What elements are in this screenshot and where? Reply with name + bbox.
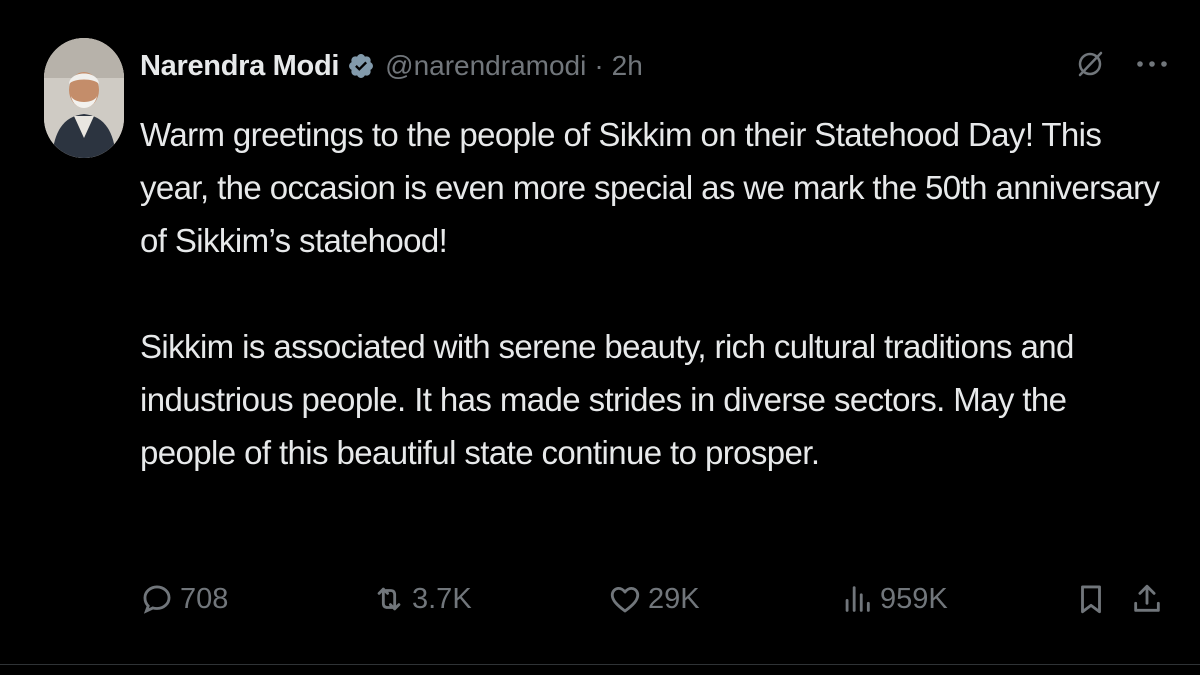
tweet-text: Warm greetings to the people of Sikkim o… <box>140 108 1170 479</box>
heart-icon <box>610 586 640 613</box>
tweet-paragraph-2: Sikkim is associated with serene beauty,… <box>140 328 1074 471</box>
repost-icon <box>377 587 401 611</box>
author-name[interactable]: Narendra Modi <box>140 50 339 83</box>
share-button[interactable] <box>1130 574 1164 624</box>
tweet-paragraph-1: Warm greetings to the people of Sikkim o… <box>140 116 1160 259</box>
reply-count: 708 <box>180 582 229 615</box>
tweet-card[interactable]: Narendra Modi @narendramodi · 2h Warm gr… <box>0 0 1200 675</box>
divider <box>0 664 1200 665</box>
repost-button[interactable]: 3.7K <box>372 574 472 624</box>
tweet-timestamp[interactable]: 2h <box>612 50 643 82</box>
repost-count: 3.7K <box>412 582 472 615</box>
views-button[interactable]: 959K <box>840 574 948 624</box>
like-count: 29K <box>648 582 700 615</box>
author-handle[interactable]: @narendramodi <box>385 50 586 82</box>
views-icon <box>845 586 870 612</box>
bookmark-icon <box>1081 585 1101 614</box>
avatar[interactable] <box>44 38 124 158</box>
more-icon[interactable] <box>1134 48 1170 85</box>
tweet-action-bar: 708 3.7K 29K 959K <box>140 574 1170 624</box>
reply-button[interactable]: 708 <box>140 574 228 624</box>
reply-icon <box>143 585 171 614</box>
like-button[interactable]: 29K <box>608 574 700 624</box>
verified-badge-icon[interactable] <box>347 52 375 80</box>
tweet-header: Narendra Modi @narendramodi · 2h <box>140 46 643 86</box>
view-count: 959K <box>880 582 948 615</box>
tweet-top-actions <box>1074 48 1170 85</box>
grok-icon[interactable] <box>1074 48 1106 85</box>
share-icon <box>1134 584 1160 612</box>
bookmark-button[interactable] <box>1074 574 1108 624</box>
separator-dot: · <box>594 50 604 81</box>
